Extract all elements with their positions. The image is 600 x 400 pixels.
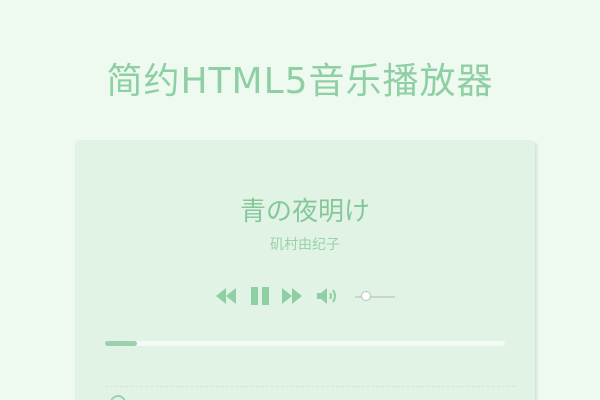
pause-button[interactable] bbox=[249, 286, 271, 306]
volume-slider[interactable] bbox=[355, 291, 395, 301]
song-title: 青の夜明け bbox=[239, 197, 370, 227]
pause-icon bbox=[249, 286, 271, 306]
player-card: 青の夜明け 矶村由纪子 bbox=[75, 140, 535, 400]
volume-button[interactable] bbox=[316, 286, 340, 306]
playlist-icon[interactable] bbox=[110, 395, 126, 400]
volume-slider-knob[interactable] bbox=[361, 291, 372, 301]
next-button[interactable] bbox=[281, 286, 303, 306]
playlist-divider bbox=[105, 386, 515, 387]
next-icon bbox=[281, 286, 303, 306]
progress-fill bbox=[105, 341, 137, 346]
volume-icon bbox=[316, 286, 340, 306]
player-controls bbox=[215, 286, 405, 308]
artist-name: 矶村由纪子 bbox=[270, 237, 340, 253]
page-title: 简约HTML5音乐播放器 bbox=[106, 61, 494, 102]
prev-button[interactable] bbox=[215, 286, 237, 306]
prev-icon bbox=[215, 286, 237, 306]
page: 简约HTML5音乐播放器 青の夜明け 矶村由纪子 bbox=[0, 0, 600, 400]
progress-bar[interactable] bbox=[105, 341, 505, 346]
